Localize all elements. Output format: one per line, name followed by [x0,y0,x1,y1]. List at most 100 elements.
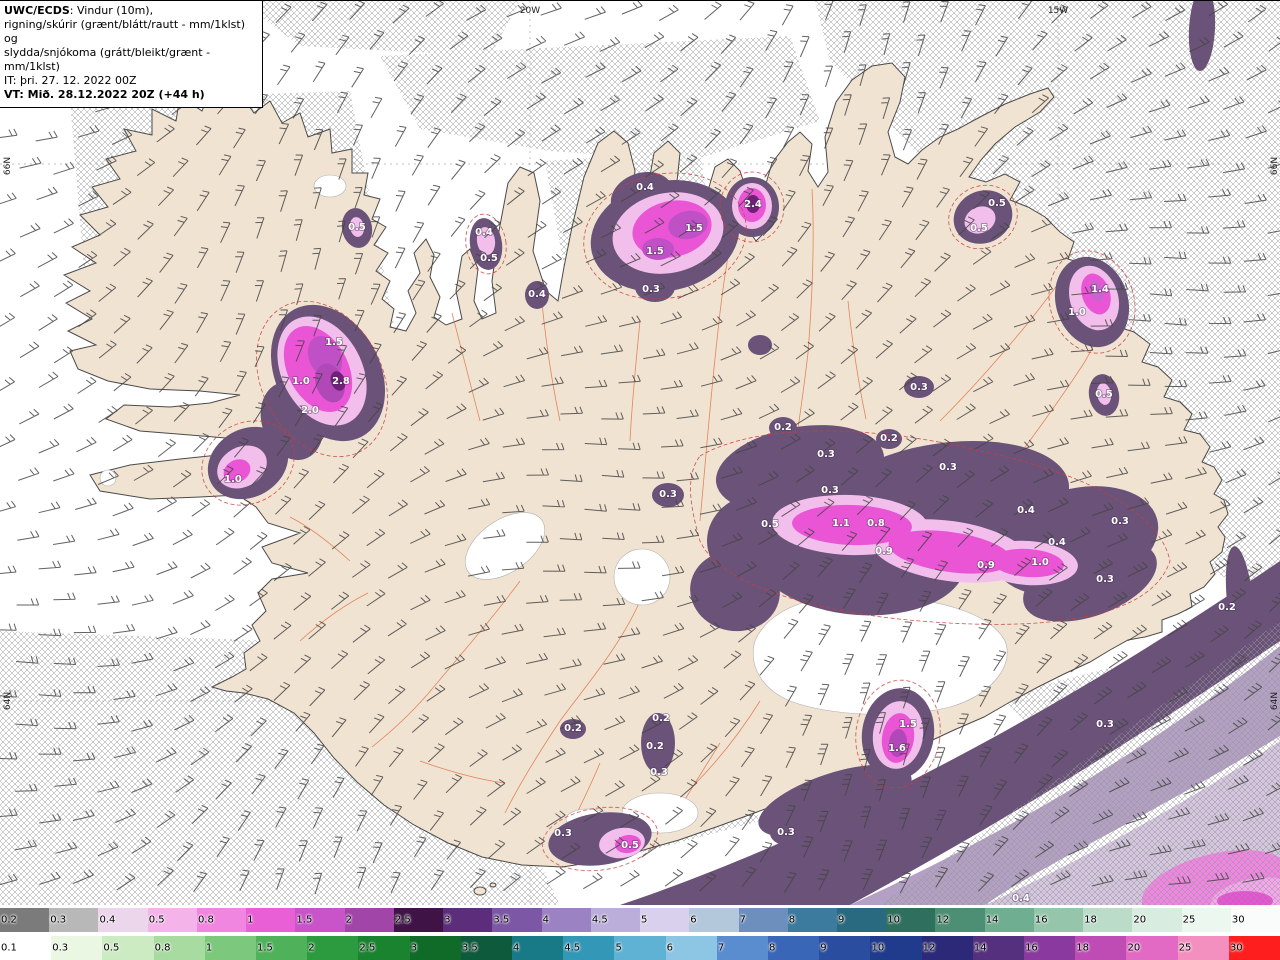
colorbar-value: 0.8 [197,914,214,926]
precip-value-label: 0.9 [875,546,893,557]
colorbar-value: 6 [690,914,697,926]
colorbar-value: 12 [936,914,950,926]
colorbar-value: 8 [769,942,776,954]
graticule-label: 64N [1270,692,1280,710]
colorbar-cell: 25 [1177,936,1229,960]
colorbar-value: 1 [247,914,254,926]
colorbar-cell: 12 [935,908,985,932]
colorbar-cell: 9 [836,908,887,932]
colorbar-value: 0.5 [103,942,120,954]
colorbar-cell: 18 [1083,908,1133,932]
colorbar-cell: 8 [787,908,837,932]
map-canvas: 0.4 2.4 0.5 0.5 1.5 0.5 0.4 1.5 0.5 0.3 0.4 1.4 1.0 1… [0,0,1280,905]
title-line-2: rigning/skúrir (grænt/blátt/rautt - mm/1… [4,18,246,46]
precip-value-label: 0.5 [970,223,988,234]
precip-value-label: 0.3 [1111,516,1129,527]
precip-value-label: 1.0 [1068,307,1086,318]
precip-value-label: 1.5 [685,223,703,234]
graticule-label: 64N [3,692,13,710]
graticule-label: 15W [1048,6,1068,16]
colorbar-value: 9 [820,942,827,954]
colorbar-cell: 3 [409,936,461,960]
colorbar-value: 4.5 [564,942,581,954]
colorbar-cell: 5 [640,908,690,932]
colorbar-cell: 20 [1126,936,1178,960]
precip-value-label: 0.3 [1096,719,1114,730]
colorbar-value: 7 [717,942,725,954]
colorbar-value: 12 [922,942,936,954]
precip-value-label: 0.3 [939,462,957,473]
colorbar-value: 7 [739,914,746,926]
colorbar-cell: 4.5 [563,936,615,960]
precip-value-label: 1.6 [888,743,906,754]
colorbar-cell: 20 [1132,908,1182,932]
title-line-1: UWC/ECDS: Vindur (10m), [4,4,254,18]
precip-value-label: 0.4 [1017,505,1035,516]
map-title-box: UWC/ECDS: Vindur (10m), rigning/skúrir (… [0,1,263,108]
colorbar-cell: 0.8 [196,908,247,932]
colorbar-cell: 0.5 [102,936,154,960]
precip-value-label: 0.2 [564,723,582,734]
colorbar-cell: 14 [984,908,1034,932]
colorbar-value: 6 [666,942,674,954]
small-island [489,882,497,888]
precip-value-label: 0.3 [650,767,668,778]
precip-value-label: 0.8 [867,518,885,529]
precip-value-label: 0.3 [777,827,795,838]
snow-sleet-colorbar: 0.2 0.3 0.4 0.5 0.8 1 1.5 2 2.5 3 3.5 4 4.5 5 6 7 8 9 10 12… [0,908,1280,932]
graticule-label: 20W [520,6,540,16]
colorbar-value: 1.5 [257,942,273,954]
colorbar-cell: 0.8 [153,936,205,960]
precip-value-label: 0.5 [621,840,639,851]
colorbar-cell: 4 [512,936,564,960]
precip-value-label: 0.2 [646,741,664,752]
colorbar-cell: 1 [204,936,257,960]
precip-value-label: 2.8 [332,376,350,387]
precip-value-label: 0.4 [1048,537,1066,548]
precip-value-label: 0.5 [348,222,366,233]
colorbar-value: 5 [615,942,622,954]
colorbar-cell: 16 [1033,908,1084,932]
colorbar-value: 10 [871,942,885,954]
colorbar-cell: 0.3 [49,908,99,932]
colorbar-value: 20 [1127,942,1141,954]
precip-value-label: 1.5 [899,719,917,730]
colorbar-cell: 2.5 [393,908,444,932]
colorbar-cell: 3.5 [460,936,513,960]
colorbar-value: 2.5 [359,942,376,954]
colorbar-cell: 25 [1181,908,1231,932]
colorbar-value: 30 [1229,942,1243,954]
colorbar-value: 14 [973,942,987,954]
precip-value-label: 0.2 [774,422,792,433]
colorbar-value: 3 [444,914,451,926]
colorbar-value: 0.3 [52,942,69,954]
colorbar-value: 3.5 [461,942,478,954]
precip-value-label: 1.0 [1031,557,1049,568]
precip-value-label: 0.3 [659,489,677,500]
precip-value-label: 1.5 [646,246,664,257]
colorbar-cell: 4 [541,908,591,932]
colorbar-value: 18 [1076,942,1089,954]
colorbar-cell: 3 [443,908,493,932]
colorbar-value: 4.5 [591,914,608,926]
colorbar-value: 2 [345,914,353,926]
precip-value-label: 0.3 [554,828,572,839]
colorbar-cell: 0.5 [147,908,197,932]
title-line-1-rest: : Vindur (10m), [69,4,154,17]
colorbar-cell: 3.5 [492,908,542,932]
colorbar-cell: 14 [972,936,1025,960]
graticule-label: 66N [1270,157,1280,175]
colorbar-value: 16 [1034,914,1048,926]
rain-colorbar: 0.1 0.3 0.5 0.8 1 1.5 2 2.5 3 3.5 4 4.5 5 6 7 8 9 10 12 14 1… [0,936,1280,960]
colorbar-value: 25 [1182,914,1196,926]
precip-value-label: 0.4 [1012,893,1030,904]
colorbar-cell: 2.5 [358,936,410,960]
colorbar-value: 0.1 [1,942,17,954]
precip-value-label: 0.4 [528,289,546,300]
colorbar-value: 4 [542,914,549,926]
colorbar-value: 30 [1231,914,1245,926]
colorbar-value: 5 [641,914,648,926]
colorbar-cell: 10 [886,908,936,932]
precip-value-label: 1.0 [292,376,310,387]
precip-value-label: 0.3 [910,382,928,393]
